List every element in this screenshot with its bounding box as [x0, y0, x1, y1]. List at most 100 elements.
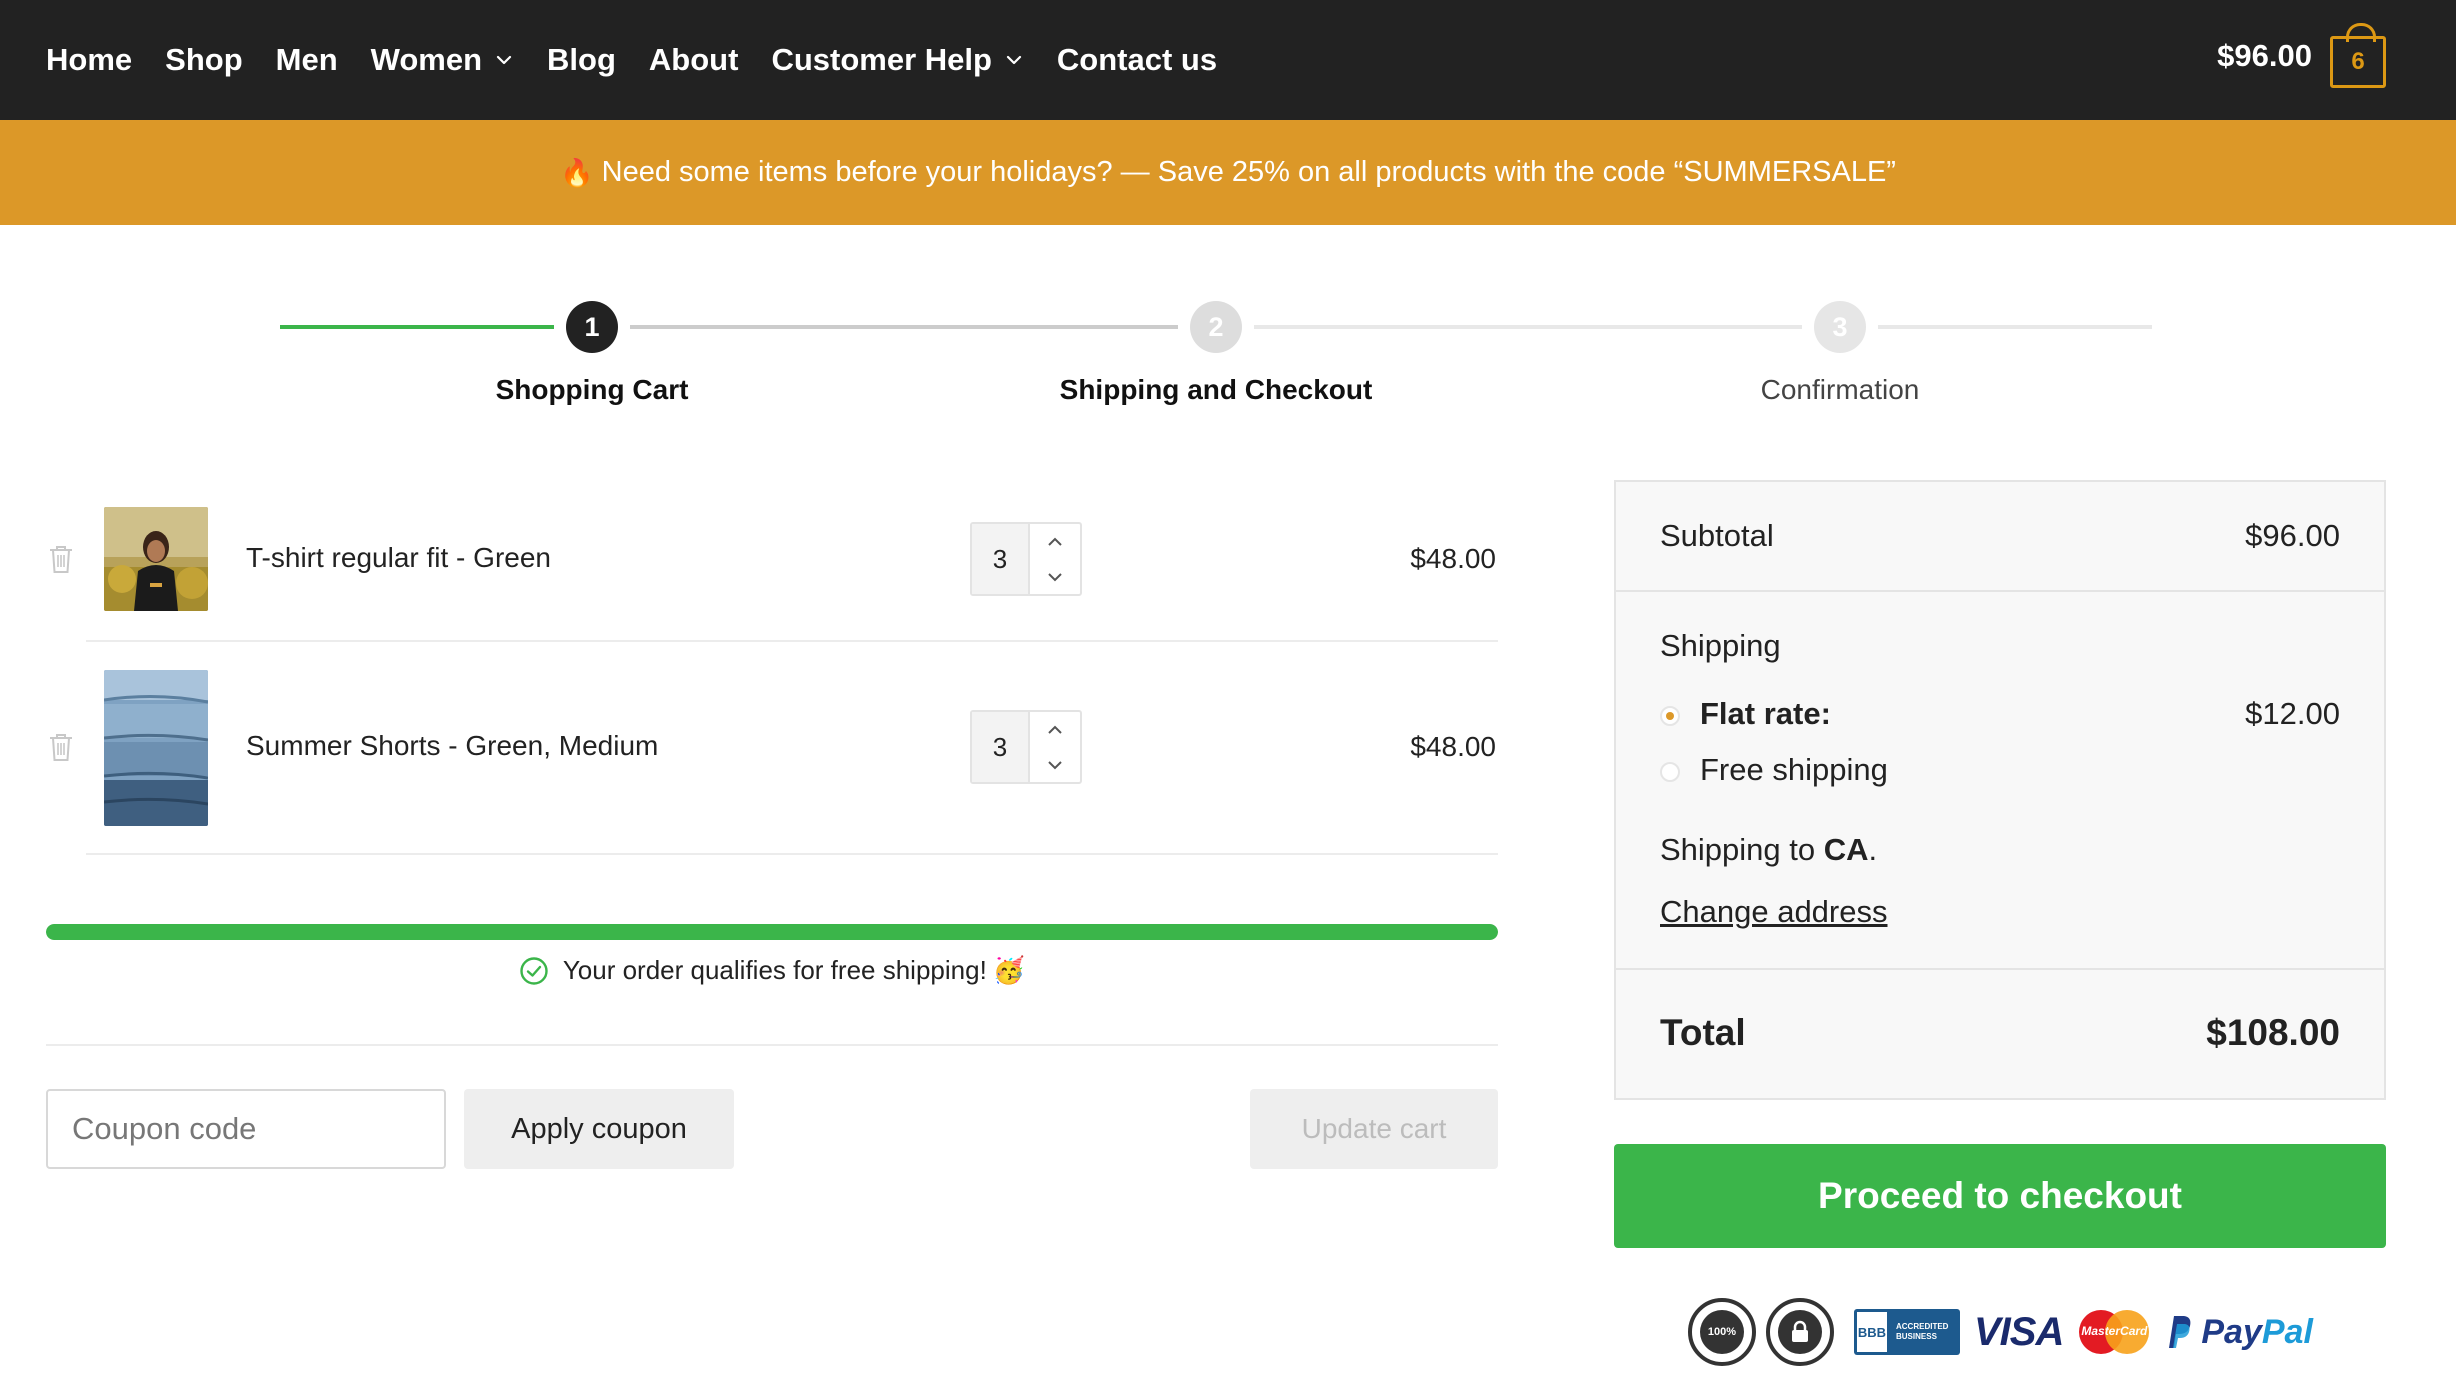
promo-text: Need some items before your holidays? — …	[601, 156, 1896, 188]
bbb-text: ACCREDITED BUSINESS	[1890, 1309, 1960, 1355]
shorts-photo-image	[104, 670, 208, 826]
secure-ordering-seal-icon	[1766, 1298, 1834, 1366]
product-price: $48.00	[1410, 543, 1496, 574]
satisfaction-seal-text: 100%	[1700, 1310, 1744, 1354]
nav-about[interactable]: About	[649, 42, 739, 78]
product-thumbnail[interactable]	[104, 507, 208, 611]
row-divider	[86, 853, 1498, 855]
flat-rate-radio[interactable]	[1660, 706, 1680, 726]
step-line-complete	[280, 325, 554, 329]
bbb-mark: BBB	[1854, 1309, 1890, 1355]
chevron-up-icon[interactable]	[1030, 712, 1080, 747]
step-line-tail	[1878, 325, 2152, 329]
nav-blog-label: Blog	[547, 42, 616, 77]
step-1-circle: 1	[566, 301, 618, 353]
bbb-accredited-badge-icon: BBB ACCREDITED BUSINESS	[1854, 1309, 1960, 1355]
product-thumbnail[interactable]	[104, 670, 208, 826]
nav-contact-label: Contact us	[1056, 42, 1218, 77]
cart-bag-icon[interactable]: 6	[2330, 23, 2386, 88]
nav-home-label: Home	[46, 42, 133, 77]
nav-shop-label: Shop	[165, 42, 243, 77]
nav-customer-help-label: Customer Help	[771, 42, 992, 77]
cart-count: 6	[2351, 48, 2365, 75]
free-shipping-notice: Your order qualifies for free shipping! …	[46, 955, 1498, 986]
step-2-circle: 2	[1190, 301, 1242, 353]
product-name[interactable]: T-shirt regular fit - Green	[246, 542, 551, 574]
totals-divider	[1616, 968, 2384, 970]
tshirt-photo-image	[104, 507, 208, 611]
nav-men[interactable]: Men	[276, 42, 338, 78]
step-3-number: 3	[1832, 311, 1848, 342]
nav-blog[interactable]: Blog	[547, 42, 616, 78]
product-name[interactable]: Summer Shorts - Green, Medium	[246, 730, 658, 762]
flat-rate-price: $12.00	[2245, 696, 2340, 731]
totals-divider	[1616, 590, 2384, 592]
nav-customer-help[interactable]: Customer Help	[771, 42, 1023, 78]
promo-bar: 🔥 Need some items before your holidays? …	[0, 120, 2456, 225]
nav-about-label: About	[648, 42, 739, 77]
step-2-label: Shipping and Checkout	[1059, 374, 1373, 405]
shipping-destination: Shipping to CA.	[1660, 832, 1877, 868]
header-cart-total[interactable]: $96.00	[2217, 38, 2312, 74]
step-line-1-2	[630, 325, 1178, 329]
nav-contact-us[interactable]: Contact us	[1057, 42, 1217, 78]
free-shipping-progress-fill	[46, 924, 1498, 940]
cart-totals: Subtotal $96.00 Shipping Flat rate: $12.…	[1614, 480, 2386, 1100]
shipping-to-region: CA	[1823, 832, 1869, 867]
shipping-label: Shipping	[1660, 628, 1781, 663]
step-line-2-3	[1254, 325, 1802, 329]
row-divider	[86, 640, 1498, 642]
update-cart-button[interactable]: Update cart	[1250, 1089, 1498, 1169]
quantity-spinner[interactable]	[1028, 524, 1080, 594]
subtotal-value: $96.00	[2245, 518, 2340, 553]
proceed-to-checkout-button[interactable]: Proceed to checkout	[1614, 1144, 2386, 1248]
chevron-down-icon	[496, 55, 512, 65]
mastercard-text: MasterCard	[2081, 1324, 2148, 1338]
coupon-code-input[interactable]	[46, 1089, 446, 1169]
total-value: $108.00	[2206, 1012, 2340, 1053]
shipping-to-prefix: Shipping to	[1660, 832, 1816, 867]
check-circle-icon	[520, 956, 548, 985]
chevron-down-icon[interactable]	[1030, 747, 1080, 782]
chevron-down-icon[interactable]	[1030, 559, 1080, 594]
paypal-text-1: Pay	[2201, 1312, 2262, 1351]
shipping-to-suffix: .	[1868, 832, 1878, 867]
total-label: Total	[1660, 1012, 1746, 1053]
step-3-label: Confirmation	[1760, 374, 1920, 405]
paypal-text-2: Pal	[2261, 1312, 2313, 1351]
apply-coupon-button[interactable]: Apply coupon	[464, 1089, 734, 1169]
free-shipping-label[interactable]: Free shipping	[1700, 752, 1888, 788]
flat-rate-label[interactable]: Flat rate:	[1700, 696, 1831, 732]
quantity-input[interactable]: 3	[972, 524, 1028, 594]
change-address-link[interactable]: Change address	[1660, 894, 1888, 930]
mastercard-logo-icon: MasterCard	[2079, 1310, 2150, 1354]
chevron-up-icon[interactable]	[1030, 524, 1080, 559]
lock-icon	[1778, 1310, 1822, 1354]
free-shipping-text: Your order qualifies for free shipping!	[562, 955, 987, 985]
free-shipping-radio[interactable]	[1660, 762, 1680, 782]
paypal-logo-icon: Pay Pal	[2163, 1313, 2313, 1352]
subtotal-label: Subtotal	[1660, 518, 1774, 553]
visa-logo-icon: VISA	[1974, 1309, 2064, 1354]
main-nav: Home Shop Men Women Blog About Customer …	[46, 0, 1250, 120]
trash-icon[interactable]	[48, 732, 74, 762]
step-1-number: 1	[584, 311, 600, 342]
quantity-spinner[interactable]	[1028, 712, 1080, 782]
nav-home[interactable]: Home	[46, 42, 132, 78]
fire-icon: 🔥	[560, 157, 594, 188]
step-3-circle: 3	[1814, 301, 1866, 353]
chevron-down-icon	[1006, 55, 1022, 65]
party-face-icon: 🥳	[992, 955, 1026, 985]
nav-shop[interactable]: Shop	[165, 42, 243, 78]
quantity-stepper[interactable]: 3	[970, 522, 1082, 596]
nav-women[interactable]: Women	[371, 42, 514, 78]
bbb-line-2: BUSINESS	[1896, 1332, 1937, 1341]
site-header: Home Shop Men Women Blog About Customer …	[0, 0, 2456, 120]
nav-men-label: Men	[275, 42, 338, 77]
trash-icon[interactable]	[48, 544, 74, 574]
quantity-input[interactable]: 3	[972, 712, 1028, 782]
nav-women-label: Women	[370, 42, 483, 77]
satisfaction-guaranteed-seal-icon: 100%	[1688, 1298, 1756, 1366]
quantity-stepper[interactable]: 3	[970, 710, 1082, 784]
step-1-label: Shopping Cart	[495, 374, 689, 405]
